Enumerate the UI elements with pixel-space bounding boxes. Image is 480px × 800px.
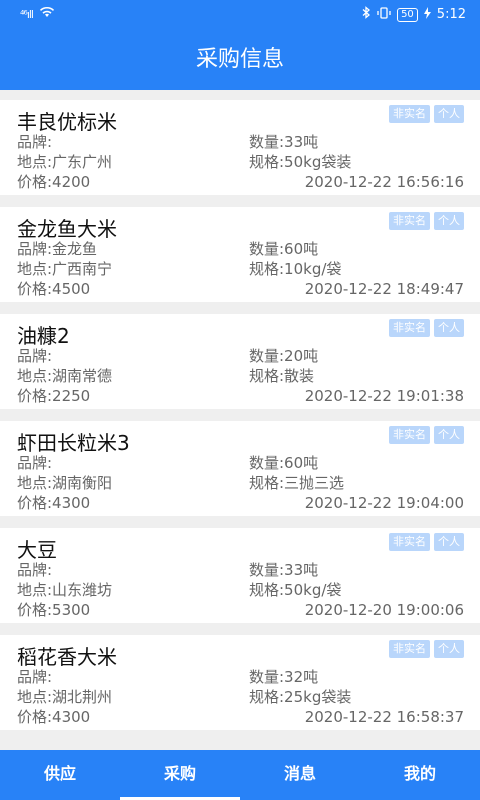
list-item[interactable]: 稻花香大米 非实名 个人 品牌: 数量:32吨 地点:湖北荆州 规格:25kg袋…: [0, 635, 480, 730]
item-location: 地点:湖北荆州: [17, 688, 113, 706]
unverified-badge: 非实名: [389, 319, 430, 337]
item-price: 价格:4300: [17, 494, 91, 512]
wifi-icon: [39, 6, 55, 22]
unverified-badge: 非实名: [389, 212, 430, 230]
item-datetime: 2020-12-22 16:58:37: [304, 708, 464, 726]
page-title: 采购信息: [0, 30, 480, 90]
list-item[interactable]: 虾田长粒米3 非实名 个人 品牌: 数量:60吨 地点:湖南衡阳 规格:三抛三选…: [0, 421, 480, 516]
personal-badge: 个人: [434, 533, 464, 551]
item-quantity: 数量:33吨: [249, 133, 319, 151]
item-brand: 品牌:: [17, 668, 53, 686]
personal-badge: 个人: [434, 319, 464, 337]
item-price: 价格:2250: [17, 387, 91, 405]
item-spec: 规格:三抛三选: [249, 474, 345, 492]
tab-messages[interactable]: 消息: [240, 750, 360, 800]
item-price: 价格:4300: [17, 708, 91, 726]
charging-icon: [423, 6, 431, 23]
tab-purchase[interactable]: 采购: [120, 750, 240, 800]
item-brand: 品牌:: [17, 133, 53, 151]
item-quantity: 数量:32吨: [249, 668, 319, 686]
unverified-badge: 非实名: [389, 105, 430, 123]
item-brand: 品牌:: [17, 454, 53, 472]
unverified-badge: 非实名: [389, 533, 430, 551]
item-name: 金龙鱼大米: [17, 217, 117, 241]
bottom-tab-bar: 供应 采购 消息 我的: [0, 750, 480, 800]
status-bar: ⁴⁶ıll 50 5:12: [0, 0, 480, 30]
item-price: 价格:4200: [17, 173, 91, 191]
item-datetime: 2020-12-22 19:04:00: [304, 494, 464, 512]
tab-supply[interactable]: 供应: [0, 750, 120, 800]
item-datetime: 2020-12-22 18:49:47: [304, 280, 464, 298]
list-item[interactable]: 丰良优标米 非实名 个人 品牌: 数量:33吨 地点:广东广州 规格:50kg袋…: [0, 100, 480, 195]
battery-icon: 50: [397, 7, 418, 22]
item-location: 地点:湖南常德: [17, 367, 113, 385]
clock-time: 5:12: [436, 7, 466, 22]
item-location: 地点:广东广州: [17, 153, 113, 171]
item-brand: 品牌:: [17, 347, 53, 365]
item-quantity: 数量:20吨: [249, 347, 319, 365]
signal-icon: ⁴⁶ıll: [20, 7, 34, 21]
item-datetime: 2020-12-22 19:01:38: [304, 387, 464, 405]
personal-badge: 个人: [434, 105, 464, 123]
item-brand: 品牌:金龙鱼: [17, 240, 98, 258]
list-item[interactable]: 金龙鱼大米 非实名 个人 品牌:金龙鱼 数量:60吨 地点:广西南宁 规格:10…: [0, 207, 480, 302]
item-location: 地点:广西南宁: [17, 260, 113, 278]
unverified-badge: 非实名: [389, 640, 430, 658]
item-name: 丰良优标米: [17, 110, 117, 134]
bluetooth-icon: [362, 6, 371, 23]
item-quantity: 数量:60吨: [249, 454, 319, 472]
item-name: 大豆: [17, 538, 57, 562]
item-spec: 规格:25kg袋装: [249, 688, 352, 706]
unverified-badge: 非实名: [389, 426, 430, 444]
item-price: 价格:5300: [17, 601, 91, 619]
item-brand: 品牌:: [17, 561, 53, 579]
item-spec: 规格:50kg袋装: [249, 153, 352, 171]
personal-badge: 个人: [434, 212, 464, 230]
item-location: 地点:山东潍坊: [17, 581, 113, 599]
personal-badge: 个人: [434, 426, 464, 444]
tab-mine[interactable]: 我的: [360, 750, 480, 800]
vibrate-icon: [377, 6, 391, 23]
item-spec: 规格:10kg/袋: [249, 260, 342, 278]
item-name: 稻花香大米: [17, 645, 117, 669]
item-name: 虾田长粒米3: [17, 431, 130, 455]
list-item[interactable]: 大豆 非实名 个人 品牌: 数量:33吨 地点:山东潍坊 规格:50kg/袋 价…: [0, 528, 480, 623]
item-location: 地点:湖南衡阳: [17, 474, 113, 492]
item-datetime: 2020-12-22 16:56:16: [304, 173, 464, 191]
item-quantity: 数量:60吨: [249, 240, 319, 258]
item-datetime: 2020-12-20 19:00:06: [304, 601, 464, 619]
item-quantity: 数量:33吨: [249, 561, 319, 579]
purchase-list: 丰良优标米 非实名 个人 品牌: 数量:33吨 地点:广东广州 规格:50kg袋…: [0, 100, 480, 742]
item-spec: 规格:散装: [249, 367, 315, 385]
item-price: 价格:4500: [17, 280, 91, 298]
list-item[interactable]: 油糠2 非实名 个人 品牌: 数量:20吨 地点:湖南常德 规格:散装 价格:2…: [0, 314, 480, 409]
item-name: 油糠2: [17, 324, 70, 348]
item-spec: 规格:50kg/袋: [249, 581, 342, 599]
personal-badge: 个人: [434, 640, 464, 658]
